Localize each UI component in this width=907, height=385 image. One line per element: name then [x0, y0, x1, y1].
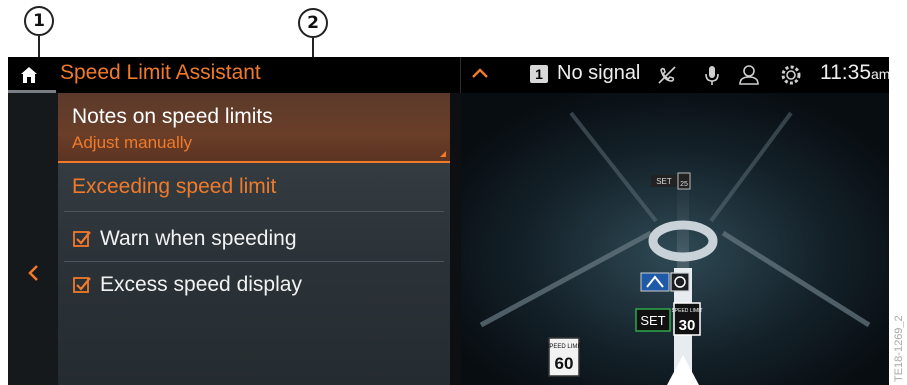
option-warn-when-speeding[interactable]: Warn when speeding	[72, 223, 297, 255]
checkbox-checked-icon[interactable]	[72, 275, 92, 295]
figure-id: TE18-1269_2	[893, 315, 904, 382]
map-limit-main: 30	[679, 317, 696, 334]
menu-item-value: Adjust manually	[72, 133, 193, 152]
clock: 11:35am	[820, 61, 889, 85]
submenu-corner-icon	[440, 151, 446, 157]
map-limit-caption: SPEED LIMIT	[671, 308, 702, 314]
settings-gear-icon[interactable]	[780, 64, 802, 86]
map-limit-bottom: 60	[555, 354, 574, 373]
home-icon[interactable]	[20, 66, 38, 84]
map-set-main: SET	[640, 313, 665, 328]
menu-item-notes-on-speed-limits[interactable]: Notes on speed limits Adjust manually	[58, 93, 450, 163]
separator	[64, 211, 444, 212]
map-set-small: SET	[656, 177, 672, 186]
profile-icon[interactable]	[738, 64, 760, 86]
separator	[64, 261, 444, 262]
clock-ampm: am	[871, 66, 889, 82]
callout-1: 1	[24, 6, 54, 36]
microphone-icon[interactable]	[701, 64, 723, 86]
no-phone-icon[interactable]	[656, 64, 678, 86]
left-rail	[8, 93, 58, 385]
checkbox-checked-icon[interactable]	[72, 229, 92, 249]
clock-time: 11:35	[820, 61, 871, 84]
settings-menu: Notes on speed limits Adjust manually Ex…	[58, 93, 450, 385]
sim-badge: 1	[530, 65, 548, 83]
chevron-left-icon[interactable]	[26, 263, 40, 283]
chevron-up-icon[interactable]	[470, 65, 490, 81]
app-title: Speed Limit Assistant	[60, 61, 261, 84]
map-limit-bottom-caption: SPEED LIMIT	[545, 344, 583, 350]
status-bar: Speed Limit Assistant 1 No signal 11:35a…	[8, 57, 889, 93]
selection-underline	[58, 161, 450, 163]
menu-item-title: Notes on speed limits	[72, 105, 273, 128]
callout-2: 2	[298, 8, 328, 38]
road-graphic: SET 25 SET SPEED LIMIT 30 SPEED LIMIT 60	[461, 93, 889, 385]
status-divider	[460, 57, 461, 93]
signal-status: No signal	[557, 62, 641, 84]
speed-limit-map: SET 25 SET SPEED LIMIT 30 SPEED LIMIT 60	[461, 93, 889, 385]
option-label: Excess speed display	[100, 273, 302, 296]
option-label: Warn when speeding	[100, 227, 297, 250]
map-limit-small: 25	[680, 181, 688, 188]
figure-id-text: TE18-1269_2	[893, 315, 904, 382]
idrive-screen: Speed Limit Assistant 1 No signal 11:35a…	[8, 57, 889, 385]
section-header: Exceeding speed limit	[72, 175, 277, 198]
option-excess-speed-display[interactable]: Excess speed display	[72, 269, 302, 301]
